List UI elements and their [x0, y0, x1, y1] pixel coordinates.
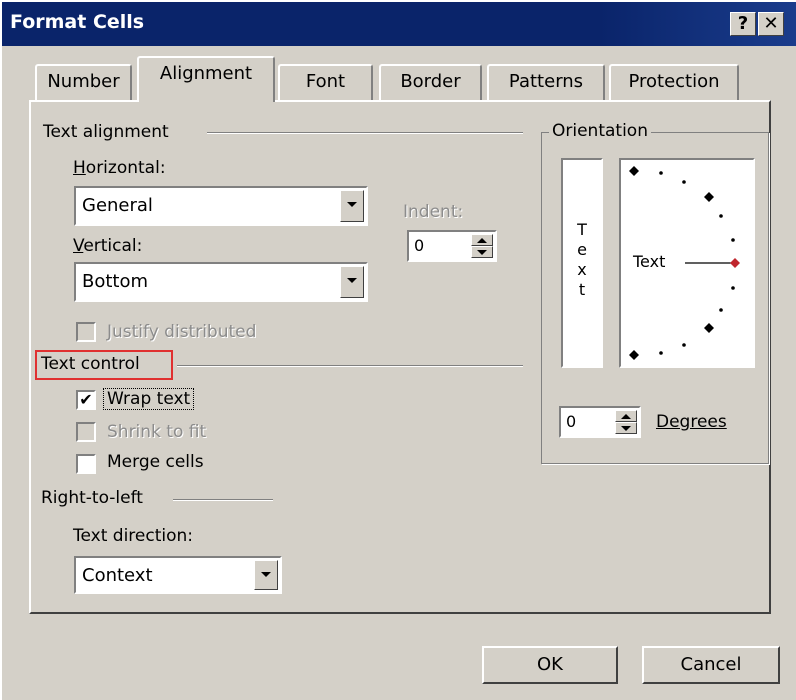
degrees-up-arrow-icon[interactable] [615, 410, 637, 422]
vertical-select[interactable]: Bottom [74, 262, 368, 302]
dial-marker-45-icon [704, 192, 714, 202]
dial-marker-minus90-icon [629, 350, 639, 360]
text-direction-value: Context [82, 565, 153, 586]
dial-pointer-marker-icon [730, 258, 740, 268]
horizontal-label: Horizontal: [73, 158, 166, 178]
close-button[interactable]: ✕ [758, 12, 784, 36]
dial-text-label: Text [633, 252, 666, 271]
vertical-text-letter: t [578, 280, 586, 299]
tab-border[interactable]: Border [379, 64, 482, 102]
tab-protection[interactable]: Protection [609, 64, 739, 102]
merge-cells-checkbox[interactable] [76, 454, 96, 474]
horizontal-dropdown-arrow-icon[interactable] [340, 190, 364, 222]
cancel-button[interactable]: Cancel [642, 646, 780, 684]
dialog-title: Format Cells [10, 11, 145, 33]
merge-cells-label: Merge cells [107, 452, 204, 472]
vertical-value: Bottom [82, 271, 149, 292]
vertical-label-text: ertical: [83, 236, 143, 256]
horizontal-value: General [82, 195, 153, 216]
orientation-heading: Orientation [549, 121, 651, 141]
text-direction-dropdown-arrow-icon[interactable] [254, 560, 278, 590]
vertical-text-letter: T [577, 220, 587, 239]
tab-alignment[interactable]: Alignment [137, 56, 275, 102]
justify-distributed-label: Justify distributed [107, 322, 257, 342]
horizontal-select[interactable]: General [74, 186, 368, 226]
dial-dot-icon [682, 343, 686, 347]
ok-button[interactable]: OK [482, 646, 618, 684]
dial-dot-icon [719, 214, 723, 218]
vertical-text-box[interactable]: T e x t [561, 158, 603, 368]
shrink-to-fit-checkbox[interactable] [76, 422, 96, 442]
text-alignment-divider [207, 132, 523, 134]
dial-marker-minus45-icon [704, 323, 714, 333]
vertical-text-letter: x [577, 260, 587, 279]
indent-value: 0 [414, 236, 425, 255]
dial-dot-icon [659, 171, 663, 175]
vertical-dropdown-arrow-icon[interactable] [340, 266, 364, 298]
text-direction-label: Text direction: [73, 526, 194, 546]
indent-down-arrow-icon[interactable] [471, 246, 493, 258]
indent-up-arrow-icon[interactable] [471, 234, 493, 246]
text-control-heading: Text control [41, 354, 140, 374]
text-direction-select[interactable]: Context [74, 556, 282, 594]
justify-distributed-checkbox[interactable] [76, 322, 96, 342]
help-button[interactable]: ? [730, 12, 756, 36]
text-control-divider [177, 365, 523, 367]
dial-dot-icon [731, 286, 735, 290]
dial-marker-90-icon [629, 166, 639, 176]
dial-dot-icon [659, 351, 663, 355]
vertical-label: Vertical: [73, 236, 143, 256]
wrap-text-label[interactable]: Wrap text [103, 388, 195, 410]
tab-font[interactable]: Font [278, 64, 373, 102]
horizontal-label-text: orizontal: [85, 158, 166, 178]
format-cells-dialog: Format Cells ? ✕ Number Alignment Font B… [0, 0, 796, 700]
shrink-to-fit-label: Shrink to fit [107, 422, 207, 442]
degrees-label-text: Degrees [656, 412, 727, 432]
wrap-text-checkbox[interactable]: ✔ [76, 390, 96, 410]
tab-patterns[interactable]: Patterns [487, 64, 605, 102]
right-to-left-divider [173, 499, 273, 501]
degrees-spinner[interactable]: 0 [559, 406, 641, 438]
indent-label: Indent: [403, 202, 464, 222]
alignment-panel: Text alignment Horizontal: General Inden… [29, 100, 771, 614]
degrees-value: 0 [566, 412, 577, 431]
indent-spinner[interactable]: 0 [407, 230, 497, 262]
dial-dot-icon [719, 308, 723, 312]
degrees-label: Degrees [656, 412, 727, 432]
degrees-down-arrow-icon[interactable] [615, 422, 637, 434]
title-bar: Format Cells ? ✕ [2, 2, 796, 46]
orientation-dial[interactable]: Text [619, 158, 755, 368]
dial-dot-icon [682, 180, 686, 184]
dial-dot-icon [731, 238, 735, 242]
text-alignment-heading: Text alignment [43, 122, 169, 142]
vertical-text-letter: e [577, 240, 587, 259]
tab-number[interactable]: Number [35, 64, 132, 102]
right-to-left-heading: Right-to-left [41, 488, 143, 508]
